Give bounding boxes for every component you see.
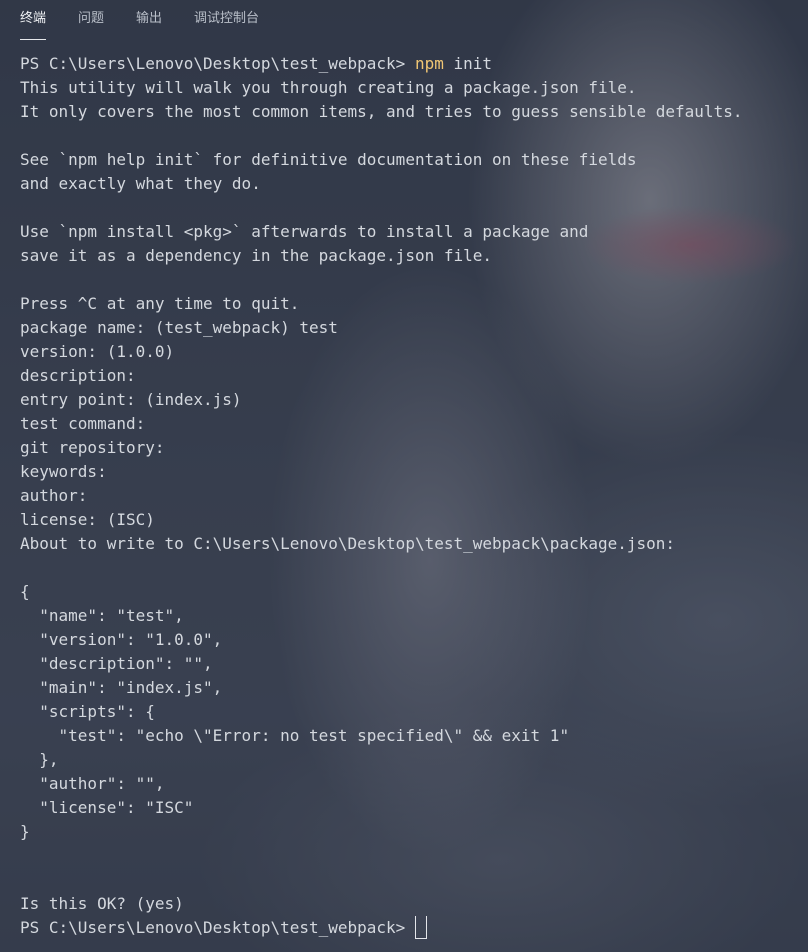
- output-line: save it as a dependency in the package.j…: [20, 246, 493, 265]
- output-line: entry point: (index.js): [20, 390, 242, 409]
- terminal-output[interactable]: PS C:\Users\Lenovo\Desktop\test_webpack>…: [20, 52, 800, 952]
- output-line: See `npm help init` for definitive docum…: [20, 150, 637, 169]
- output-line: author:: [20, 486, 88, 505]
- tab-output[interactable]: 输出: [136, 0, 162, 40]
- output-line: "main": "index.js",: [20, 678, 223, 697]
- output-line: Is this OK? (yes): [20, 894, 184, 913]
- tab-problems[interactable]: 问题: [78, 0, 104, 40]
- output-line: version: (1.0.0): [20, 342, 175, 361]
- output-line: git repository:: [20, 438, 165, 457]
- output-line: keywords:: [20, 462, 107, 481]
- output-line: "author": "",: [20, 774, 165, 793]
- output-line: test command:: [20, 414, 146, 433]
- command-name: npm: [414, 54, 444, 73]
- command-args: init: [443, 54, 493, 73]
- output-line: },: [20, 750, 59, 769]
- output-line: }: [20, 822, 30, 841]
- output-line: and exactly what they do.: [20, 174, 261, 193]
- output-line: "test": "echo \"Error: no test specified…: [20, 726, 570, 745]
- output-line: package name: (test_webpack) test: [20, 318, 338, 337]
- output-line: Use `npm install <pkg>` afterwards to in…: [20, 222, 589, 241]
- output-line: "name": "test",: [20, 606, 184, 625]
- prompt: PS C:\Users\Lenovo\Desktop\test_webpack>: [20, 918, 415, 937]
- output-line: description:: [20, 366, 136, 385]
- tab-debug-console[interactable]: 调试控制台: [194, 0, 259, 40]
- output-line: {: [20, 582, 30, 601]
- final-prompt-line: PS C:\Users\Lenovo\Desktop\test_webpack>: [20, 916, 800, 940]
- output-line: "license": "ISC": [20, 798, 194, 817]
- output-line: It only covers the most common items, an…: [20, 102, 743, 121]
- output-line: license: (ISC): [20, 510, 155, 529]
- tab-terminal[interactable]: 终端: [20, 0, 47, 40]
- output-line: This utility will walk you through creat…: [20, 78, 637, 97]
- output-line: Press ^C at any time to quit.: [20, 294, 300, 313]
- output-line: "version": "1.0.0",: [20, 630, 223, 649]
- output-line: About to write to C:\Users\Lenovo\Deskto…: [20, 534, 676, 553]
- output-line: "description": "",: [20, 654, 213, 673]
- prompt: PS C:\Users\Lenovo\Desktop\test_webpack>: [20, 54, 415, 73]
- output-line: "scripts": {: [20, 702, 155, 721]
- text-cursor: [414, 916, 427, 939]
- command-line: PS C:\Users\Lenovo\Desktop\test_webpack>…: [20, 52, 800, 76]
- panel-tab-bar: 终端 问题 输出 调试控制台: [20, 0, 259, 40]
